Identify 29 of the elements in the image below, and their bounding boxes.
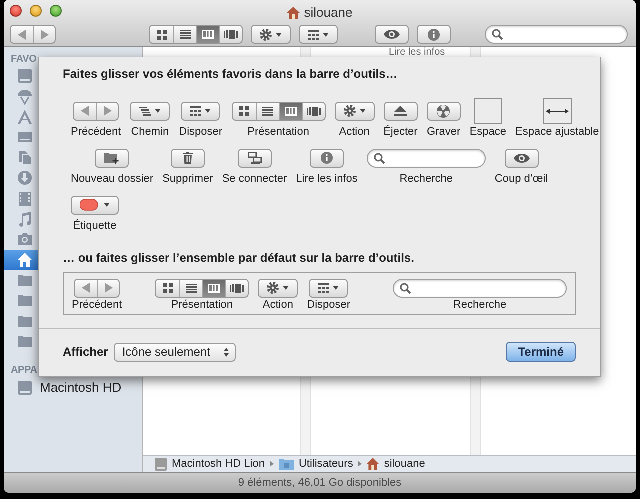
sheet-heading: Faites glisser vos éléments favoris dans la barre d’outils… (63, 67, 399, 81)
item-label: Se connecter (222, 173, 288, 186)
sheet-heading: … ou faites glisser l’ensemble par défaut sur la barre d’outils. (63, 251, 416, 265)
status-text: 9 éléments, 46,01 Go disponibles (4, 472, 636, 493)
item-label: Précédent (72, 299, 122, 312)
item-label: Éjecter (384, 126, 418, 139)
item-label: Disposer (307, 299, 351, 312)
item-label: Graver (427, 126, 461, 139)
item-label: Nouveau dossier (71, 173, 154, 186)
section-header: FAVO (10, 53, 38, 66)
section-header: APPA (10, 364, 38, 378)
item-label: Supprimer (162, 173, 214, 186)
item-label: Précédent (71, 126, 122, 139)
item-label: Action (262, 299, 294, 312)
item-label: Présentation (171, 299, 234, 312)
item-label: Disposer (179, 126, 223, 139)
item-label: Espace (470, 126, 507, 139)
item-label: Lire les infos (296, 173, 358, 186)
window-title: silouane (304, 5, 353, 21)
show-label: Afficher (63, 344, 108, 361)
item-label: Recherche (400, 173, 453, 186)
item-label: Recherche (453, 299, 507, 312)
tooltip-label: Lire les infos (389, 47, 446, 58)
item-label: Présentation (248, 126, 310, 139)
item-label: Étiquette (73, 220, 117, 233)
item-label: Action (339, 126, 370, 139)
item-label: Espace ajustable (516, 126, 600, 139)
item-label: Chemin (131, 126, 170, 139)
item-label: Coup d’œil (494, 173, 548, 186)
